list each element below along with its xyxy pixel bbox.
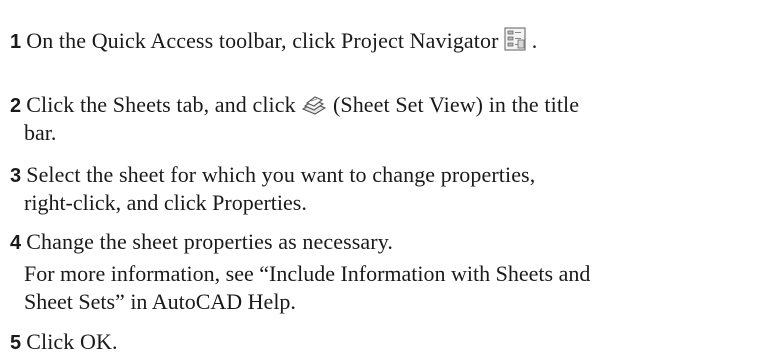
step-text: Click the Sheets tab, and click [26, 92, 296, 117]
step-1: 1 On the Quick Access toolbar, click Proj… [10, 27, 537, 56]
step-5: 5 Click OK. [10, 328, 118, 357]
step-text-end: (Sheet Set View) in the title [332, 92, 580, 117]
step-number: 5 [10, 332, 22, 354]
step-number: 2 [10, 95, 22, 117]
step-number: 1 [10, 31, 22, 53]
step-text: Select the sheet for which you want to c… [26, 162, 536, 187]
sheet-set-view-icon [301, 95, 327, 115]
step-number: 4 [10, 232, 22, 254]
step-3: 3 Select the sheet for which you want to … [10, 161, 535, 190]
step-text: Click OK. [26, 329, 118, 354]
instructions-page: 1 On the Quick Access toolbar, click Proj… [0, 0, 757, 360]
step-4: 4 Change the sheet properties as necessar… [10, 228, 393, 257]
step-2-continuation: bar. [24, 120, 57, 145]
step-4-note-line-1: For more information, see “Include Infor… [24, 261, 591, 286]
step-number: 3 [10, 165, 22, 187]
step-text: Change the sheet properties as necessary… [26, 229, 393, 254]
step-text: On the Quick Access toolbar, click Proje… [26, 28, 499, 53]
step-3-continuation: right-click, and click Properties. [24, 190, 307, 215]
step-text-end: . [531, 28, 538, 53]
step-4-note-line-2: Sheet Sets” in AutoCAD Help. [24, 289, 296, 314]
project-navigator-icon [504, 27, 526, 51]
step-2: 2 Click the Sheets tab, and click (Sheet … [10, 91, 579, 120]
